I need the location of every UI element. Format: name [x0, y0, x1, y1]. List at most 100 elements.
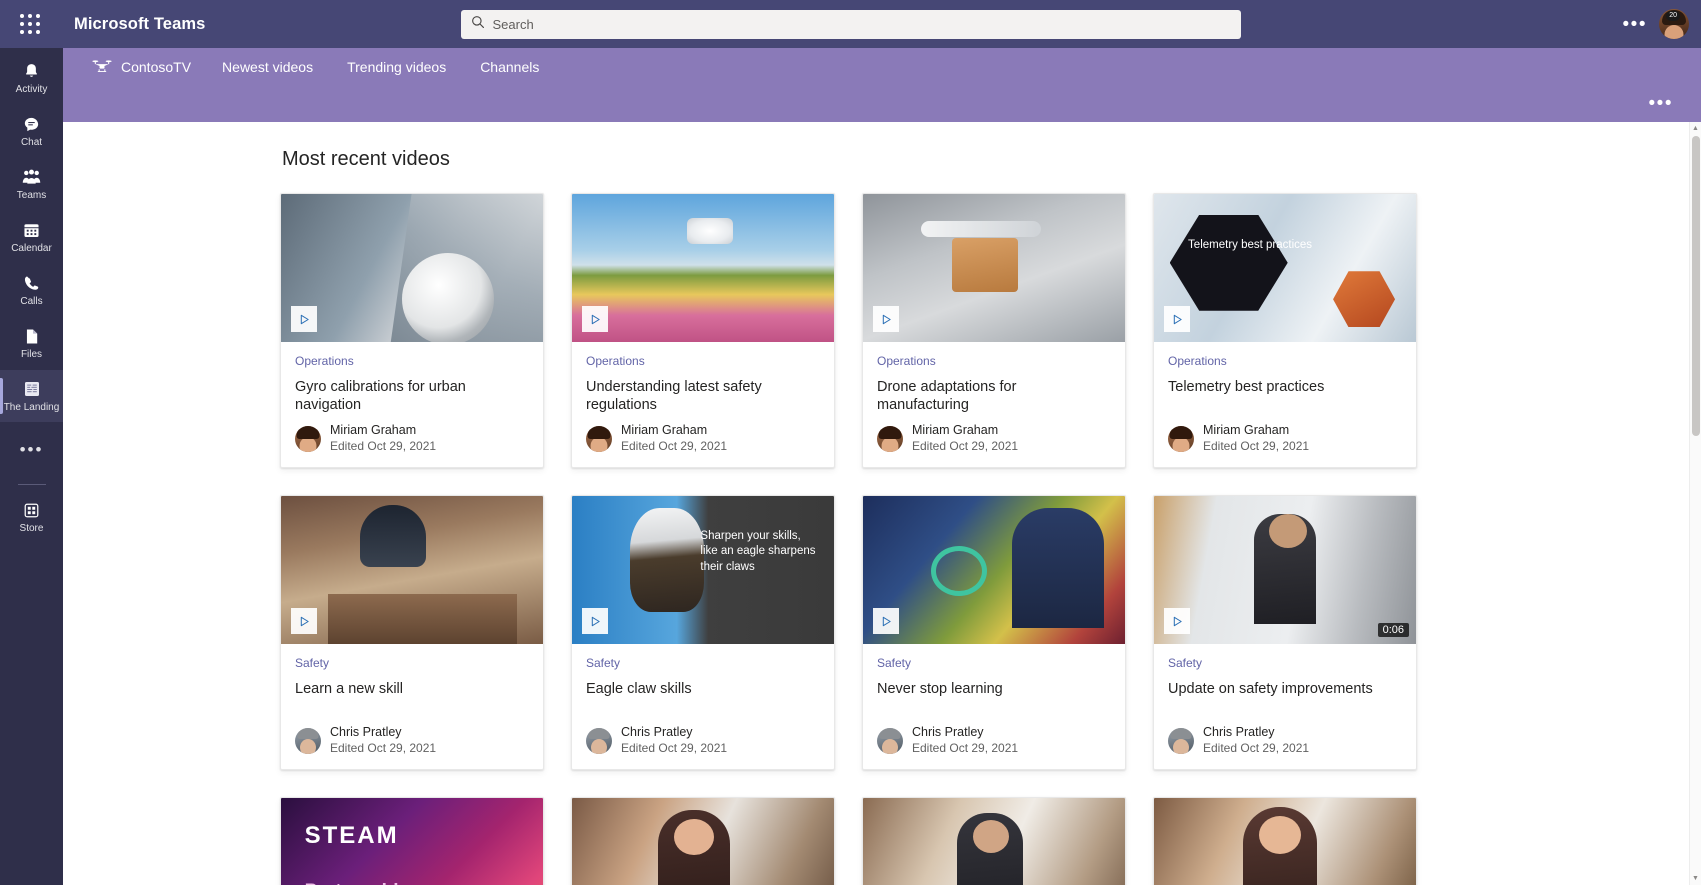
video-category[interactable]: Operations	[586, 354, 820, 368]
video-title[interactable]: Learn a new skill	[295, 680, 529, 698]
author-avatar	[1168, 727, 1194, 754]
video-card[interactable]: Safety Never stop learning Chris Pratley…	[862, 495, 1126, 770]
video-card[interactable]: 0:06 Safety Update on safety improvement…	[1153, 495, 1417, 770]
video-title[interactable]: Understanding latest safety regulations	[586, 378, 820, 414]
sidebar-item-the-landing[interactable]: The Landing	[0, 370, 63, 422]
drone-icon	[92, 58, 112, 76]
app-title: Microsoft Teams	[74, 14, 206, 33]
sidebar-item-label: Calendar	[11, 243, 52, 254]
tab-newest-videos[interactable]: Newest videos	[205, 48, 330, 85]
video-thumbnail[interactable]	[863, 798, 1125, 885]
author-name: Chris Pratley	[330, 725, 402, 740]
edited-date: Edited Oct 29, 2021	[621, 741, 728, 755]
sidebar-item-label: Store	[19, 523, 44, 534]
sidebar-item-chat[interactable]: Chat	[0, 105, 63, 157]
video-thumbnail[interactable]	[863, 496, 1125, 644]
tab-contosotv[interactable]: ContosoTV	[92, 58, 205, 76]
top-bar-right-actions: ••• 20	[1617, 9, 1701, 39]
page-title: Most recent videos	[282, 148, 450, 170]
calendar-icon	[22, 220, 41, 240]
video-thumbnail[interactable]: STEAM Partnerships	[281, 798, 543, 885]
play-icon[interactable]	[1164, 306, 1190, 332]
video-thumbnail[interactable]: 0:06	[1154, 496, 1416, 644]
scroll-up-arrow[interactable]: ▲	[1690, 122, 1701, 135]
video-card-body: Safety Update on safety improvements Chr…	[1154, 644, 1416, 769]
tab-trending-videos[interactable]: Trending videos	[330, 48, 463, 85]
search-box[interactable]	[460, 9, 1241, 39]
sidebar-item-calls[interactable]: Calls	[0, 264, 63, 316]
video-category[interactable]: Safety	[586, 656, 820, 670]
video-thumbnail[interactable]	[1154, 798, 1416, 885]
video-thumbnail[interactable]	[572, 798, 834, 885]
author-avatar	[877, 425, 903, 452]
author-avatar	[295, 425, 321, 452]
video-title[interactable]: Update on safety improvements	[1168, 680, 1402, 698]
video-card[interactable]: Telemetry best practices Operations Tele…	[1153, 193, 1417, 468]
author-name: Chris Pratley	[621, 725, 693, 740]
video-card[interactable]: STEAM Partnerships	[280, 797, 544, 885]
video-card[interactable]	[571, 797, 835, 885]
scroll-down-arrow[interactable]: ▼	[1690, 872, 1701, 885]
vertical-scrollbar[interactable]: ▲ ▼	[1689, 122, 1701, 885]
video-thumbnail[interactable]	[281, 194, 543, 342]
play-icon[interactable]	[582, 306, 608, 332]
author-avatar	[295, 727, 321, 754]
video-meta: Miriam Graham Edited Oct 29, 2021	[877, 423, 1111, 467]
video-thumbnail[interactable]	[863, 194, 1125, 342]
video-thumbnail[interactable]: Telemetry best practices	[1154, 194, 1416, 342]
video-category[interactable]: Safety	[877, 656, 1111, 670]
video-thumbnail[interactable]	[572, 194, 834, 342]
video-title[interactable]: Gyro calibrations for urban navigation	[295, 378, 529, 414]
video-card[interactable]: Safety Learn a new skill Chris Pratley E…	[280, 495, 544, 770]
play-icon[interactable]	[291, 306, 317, 332]
video-meta: Chris Pratley Edited Oct 29, 2021	[1168, 725, 1402, 769]
play-icon[interactable]	[582, 608, 608, 634]
video-category[interactable]: Operations	[1168, 354, 1402, 368]
video-meta: Chris Pratley Edited Oct 29, 2021	[586, 725, 820, 769]
tab-channels[interactable]: Channels	[463, 48, 556, 85]
video-card[interactable]	[862, 797, 1126, 885]
video-card[interactable]: Operations Drone adaptations for manufac…	[862, 193, 1126, 468]
app-overflow-button[interactable]: •••	[1643, 90, 1679, 117]
play-icon[interactable]	[1164, 608, 1190, 634]
app-launcher-icon[interactable]	[8, 14, 52, 34]
video-category[interactable]: Operations	[295, 354, 529, 368]
video-card-body: Safety Never stop learning Chris Pratley…	[863, 644, 1125, 769]
author-name: Miriam Graham	[1203, 423, 1290, 438]
sidebar-more-apps-button[interactable]: •••	[0, 423, 63, 475]
rail-divider	[17, 484, 46, 485]
search-icon	[471, 15, 485, 34]
video-title[interactable]: Telemetry best practices	[1168, 378, 1402, 396]
video-title[interactable]: Eagle claw skills	[586, 680, 820, 698]
play-icon[interactable]	[873, 306, 899, 332]
video-card[interactable]: Sharpen your skills, like an eagle sharp…	[571, 495, 835, 770]
video-card-body: Operations Telemetry best practices Miri…	[1154, 342, 1416, 467]
sidebar-item-label: The Landing	[3, 402, 60, 413]
scrollbar-thumb[interactable]	[1692, 136, 1700, 436]
thumbnail-text: Telemetry best practices	[1188, 239, 1313, 252]
sidebar-item-teams[interactable]: Teams	[0, 158, 63, 210]
video-title[interactable]: Never stop learning	[877, 680, 1111, 698]
video-card[interactable]: Operations Understanding latest safety r…	[571, 193, 835, 468]
video-meta: Miriam Graham Edited Oct 29, 2021	[1168, 423, 1402, 467]
sidebar-item-store[interactable]: Store	[0, 491, 63, 543]
video-card[interactable]	[1153, 797, 1417, 885]
edited-date: Edited Oct 29, 2021	[1203, 741, 1310, 755]
video-scroll-area[interactable]: Most recent videos Operations Gyro calib…	[63, 122, 1701, 885]
sidebar-item-activity[interactable]: Activity	[0, 52, 63, 104]
video-category[interactable]: Safety	[1168, 656, 1402, 670]
video-card[interactable]: Operations Gyro calibrations for urban n…	[280, 193, 544, 468]
video-category[interactable]: Operations	[877, 354, 1111, 368]
search-input[interactable]	[492, 16, 1231, 32]
video-title[interactable]: Drone adaptations for manufacturing	[877, 378, 1111, 414]
video-category[interactable]: Safety	[295, 656, 529, 670]
sidebar-item-files[interactable]: Files	[0, 317, 63, 369]
video-thumbnail[interactable]: Sharpen your skills, like an eagle sharp…	[572, 496, 834, 644]
duration-badge: 0:06	[1377, 623, 1409, 637]
sidebar-item-calendar[interactable]: Calendar	[0, 211, 63, 263]
play-icon[interactable]	[873, 608, 899, 634]
settings-more-button[interactable]: •••	[1617, 11, 1653, 38]
play-icon[interactable]	[291, 608, 317, 634]
author-name: Chris Pratley	[912, 725, 984, 740]
video-thumbnail[interactable]	[281, 496, 543, 644]
